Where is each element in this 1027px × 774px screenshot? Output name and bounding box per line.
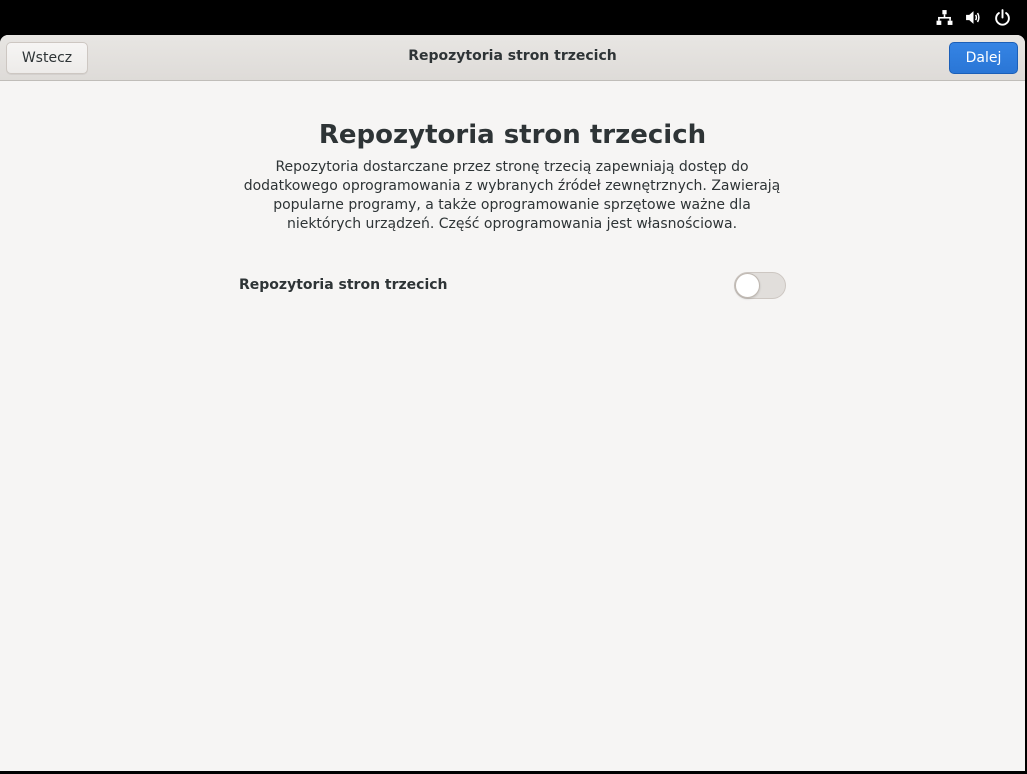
page-content: Repozytoria stron trzecich Repozytoria d… bbox=[0, 82, 1025, 771]
system-tray[interactable] bbox=[936, 9, 1011, 26]
next-button[interactable]: Dalej bbox=[949, 42, 1018, 74]
third-party-repos-toggle[interactable] bbox=[734, 272, 786, 299]
page-description: Repozytoria dostarczane przez stronę trz… bbox=[243, 159, 781, 232]
toggle-knob bbox=[735, 273, 760, 298]
header-bar: Wstecz Repozytoria stron trzecich Dalej bbox=[0, 35, 1025, 81]
setup-window: Wstecz Repozytoria stron trzecich Dalej … bbox=[0, 35, 1025, 771]
volume-icon[interactable] bbox=[965, 9, 982, 26]
page-title: Repozytoria stron trzecich bbox=[318, 120, 707, 150]
header-title: Repozytoria stron trzecich bbox=[408, 48, 617, 64]
top-bar bbox=[0, 0, 1027, 35]
power-icon[interactable] bbox=[994, 9, 1011, 26]
third-party-repos-label: Repozytoria stron trzecich bbox=[239, 277, 448, 293]
network-wired-icon[interactable] bbox=[936, 9, 953, 26]
